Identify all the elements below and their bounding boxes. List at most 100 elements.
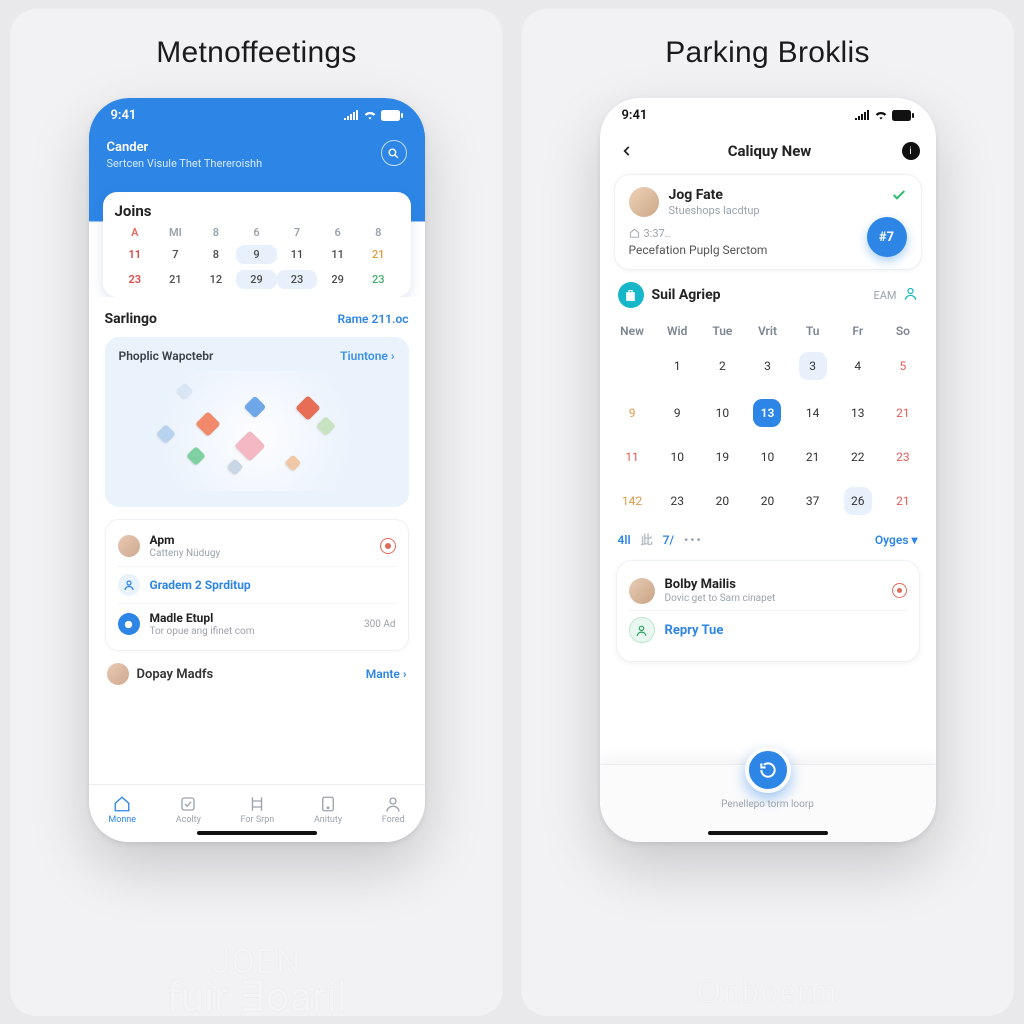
list-item[interactable]: Madle EtuplTor opue ang ifinet com300 Ad: [118, 603, 396, 644]
nav-title: Caliquy New: [728, 142, 812, 160]
mini-cal-day-header: 8: [358, 226, 399, 239]
widget-more[interactable]: Tiuntone ›: [340, 349, 394, 363]
filter-more-icon[interactable]: •••: [684, 533, 703, 547]
right-panel-title: Parking Broklis: [665, 36, 870, 70]
mini-cal-day-header: 8: [196, 226, 237, 239]
person-action[interactable]: Mante ›: [366, 667, 407, 681]
left-panel: Metnoffeetings 9:41 Cander Sertcen Vi: [10, 8, 503, 1016]
cal-day[interactable]: 1: [655, 344, 700, 391]
info-button[interactable]: i: [902, 142, 920, 160]
cal-day[interactable]: 26: [835, 479, 880, 523]
filter-3[interactable]: 7/: [663, 533, 674, 547]
filter-all[interactable]: 4ll: [618, 533, 631, 547]
status-bar: 9:41: [600, 98, 936, 132]
cal-day[interactable]: 23: [655, 479, 700, 523]
mini-cal-day-header: MI: [155, 226, 196, 239]
message-item[interactable]: Bolby MailisDovic get to Sarn cinapet: [629, 571, 907, 610]
section-title: Sarlingo: [105, 311, 157, 327]
cal-day[interactable]: 23: [880, 435, 925, 479]
cal-day[interactable]: 10: [745, 435, 790, 479]
tab-fored[interactable]: Fored: [382, 795, 405, 825]
mini-cal-day[interactable]: 9: [236, 245, 277, 264]
tab-anituty[interactable]: Anituty: [314, 795, 342, 825]
mini-calendar[interactable]: Joins AMI867681178911112123211229232923: [103, 192, 411, 297]
person-row[interactable]: Dopay Madfs Mante ›: [105, 663, 409, 689]
left-phone: 9:41 Cander Sertcen Visule Thet Thereroi…: [89, 98, 425, 842]
widget-card[interactable]: Phoplic Wapctebr Tiuntone ›: [105, 337, 409, 507]
watermark-left: JOEN fuir ∃oaril: [166, 946, 347, 1018]
cal-day[interactable]: [610, 344, 655, 391]
user-fab[interactable]: #7: [867, 217, 907, 257]
cal-day-header: Tu: [790, 318, 835, 344]
cal-day[interactable]: 10: [655, 435, 700, 479]
message-item[interactable]: Repry Tue: [629, 610, 907, 649]
status-time: 9:41: [622, 108, 648, 123]
section-icon: [618, 282, 644, 308]
list-avatar-icon: [118, 535, 140, 557]
cal-day[interactable]: 21: [790, 435, 835, 479]
cal-day[interactable]: 2: [700, 344, 745, 391]
mini-cal-day-header: A: [115, 226, 156, 239]
mini-cal-day[interactable]: 7: [155, 245, 196, 264]
cal-day[interactable]: 142: [610, 479, 655, 523]
cal-day[interactable]: 21: [880, 391, 925, 435]
cal-day[interactable]: 9: [610, 391, 655, 435]
mini-cal-day-header: 6: [317, 226, 358, 239]
cal-day[interactable]: 11: [610, 435, 655, 479]
mini-cal-day[interactable]: 11: [115, 245, 156, 264]
right-phone: 9:41 Caliquy New i Jog Fate Stueshops l: [600, 98, 936, 842]
mini-cal-day[interactable]: 21: [358, 245, 399, 264]
mini-cal-day[interactable]: 29: [317, 270, 358, 289]
cal-day[interactable]: 5: [880, 344, 925, 391]
cal-day[interactable]: 3: [745, 344, 790, 391]
search-button[interactable]: [381, 140, 407, 166]
mini-cal-day[interactable]: 11: [317, 245, 358, 264]
user-role: Stueshops lacdtup: [669, 204, 760, 217]
fab-button[interactable]: [745, 747, 791, 793]
filter-dropdown[interactable]: Oyges ▾: [875, 533, 918, 547]
mini-cal-day[interactable]: 21: [155, 270, 196, 289]
cal-day[interactable]: 10: [700, 391, 745, 435]
signal-icon: [343, 110, 359, 120]
mini-cal-day[interactable]: 29: [236, 270, 277, 289]
cal-day[interactable]: 13: [835, 391, 880, 435]
cal-day[interactable]: 4: [835, 344, 880, 391]
left-panel-title: Metnoffeetings: [156, 36, 356, 70]
watermark-right: Onboerm: [696, 976, 838, 1008]
tab-monne[interactable]: Monne: [108, 795, 136, 825]
mini-cal-day[interactable]: 23: [358, 270, 399, 289]
filter-2[interactable]: 此: [641, 531, 653, 548]
cal-day[interactable]: 20: [745, 479, 790, 523]
cal-day[interactable]: 19: [700, 435, 745, 479]
list-item[interactable]: Gradem 2 Sprditup: [118, 566, 396, 603]
cal-day[interactable]: 3: [790, 344, 835, 391]
cal-day[interactable]: 37: [790, 479, 835, 523]
user-desc: Pecefation Puplg Serctom: [629, 243, 907, 257]
mini-cal-day[interactable]: 23: [277, 270, 318, 289]
tab-for srpn[interactable]: For Srpn: [241, 795, 275, 825]
big-calendar[interactable]: NewWidTueVritTuFrSo123345991013141321111…: [600, 314, 936, 523]
user-card[interactable]: Jog Fate Stueshops lacdtup 3:37.. Pecefa…: [614, 174, 922, 270]
cal-day[interactable]: 9: [655, 391, 700, 435]
section-meta: EAM: [873, 289, 896, 302]
tab-acolty[interactable]: Acolty: [176, 795, 201, 825]
mini-cal-day[interactable]: 11: [277, 245, 318, 264]
cal-day[interactable]: 20: [700, 479, 745, 523]
mini-cal-day[interactable]: 12: [196, 270, 237, 289]
profile-icon[interactable]: [903, 286, 918, 304]
back-button[interactable]: [616, 140, 638, 162]
bottom-text: Penellepo torm loorp: [721, 799, 814, 810]
list-item[interactable]: ApmCatteny Nüdugy: [118, 526, 396, 566]
cal-day[interactable]: 21: [880, 479, 925, 523]
status-icons: [854, 110, 914, 121]
status-bar: 9:41: [89, 98, 425, 132]
cal-day[interactable]: 14: [790, 391, 835, 435]
cal-day[interactable]: 22: [835, 435, 880, 479]
mini-cal-day[interactable]: 23: [115, 270, 156, 289]
signal-icon: [854, 110, 870, 120]
user-stat: 3:37..: [629, 227, 907, 240]
status-time: 9:41: [111, 108, 137, 123]
mini-cal-day[interactable]: 8: [196, 245, 237, 264]
section-link[interactable]: Rame 211.oc: [338, 312, 409, 326]
cal-day[interactable]: 13: [745, 391, 790, 435]
